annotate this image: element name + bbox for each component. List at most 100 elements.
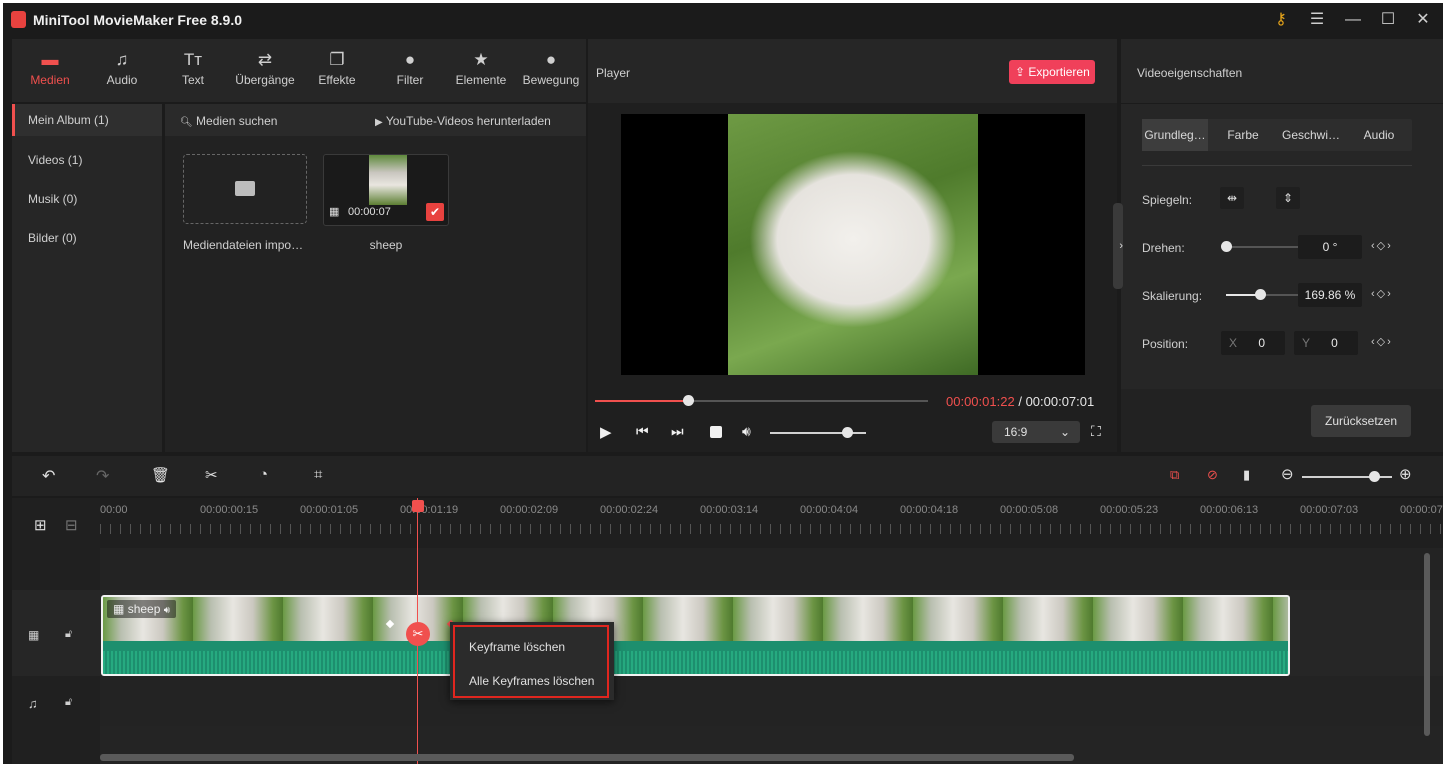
position-keyframe-controls[interactable]: ‹◇› [1371,335,1393,348]
collapse-handle[interactable]: › [1113,203,1123,289]
stop-button[interactable] [710,426,722,438]
zoom-in-icon[interactable]: ⊕ [1399,465,1412,483]
reset-button[interactable]: Zurücksetzen [1311,405,1411,437]
speed-icon[interactable]: ◔ [259,466,268,483]
horizontal-scrollbar[interactable] [100,754,1074,761]
sidebar-item-music[interactable]: Musik (0) [12,183,162,215]
play-button[interactable]: ▶ [600,423,612,441]
clip-label: sheep [127,602,161,616]
media-clip-sheep[interactable]: ▦ 00:00:07 ✔ [323,154,449,226]
crop-icon[interactable]: ⌗ [314,466,322,483]
unlock-icon[interactable]: 🔓︎ [65,628,72,641]
motion-icon: ● [545,50,557,69]
clip-frames [103,597,1288,641]
tab-color[interactable]: Farbe [1210,119,1276,151]
zoom-slider[interactable] [1302,471,1392,482]
tab-label: Bewegung [522,73,580,87]
tab-elements[interactable]: ★ Elemente [445,49,517,87]
film-icon: ▦ [329,206,340,218]
scale-handle[interactable] [1254,289,1266,300]
aspect-ratio-select[interactable]: 16:9 ⌄ [992,421,1080,443]
zoom-out-icon[interactable]: ⊖ [1281,465,1294,483]
x-label: X [1229,336,1238,350]
youtube-label: YouTube-Videos herunterladen [385,114,551,128]
tab-audio-props[interactable]: Audio [1346,119,1412,151]
minimize-button[interactable]: — [1341,9,1365,31]
time-ruler[interactable]: 00:00 00:00:00:15 00:00:01:05 00:00:01:19 00… [100,498,1443,548]
add-track-icon[interactable]: ⊞ [34,516,47,534]
filter-icon: ● [404,50,416,69]
volume-slider[interactable] [770,427,866,438]
export-button[interactable]: ⇪ Exportieren [1009,60,1095,84]
flip-horizontal-icon[interactable]: ⇹ [1220,187,1244,209]
menu-icon[interactable]: ☰ [1305,9,1329,31]
tab-label: Text [181,73,204,87]
youtube-download-link[interactable]: ▶ YouTube-Videos herunterladen [375,114,551,128]
scale-input[interactable]: 169.86 % [1298,283,1362,307]
media-toolbar: ▬ Medien ♫ Audio Tт Text ⇄ Übergänge ❐ E… [12,39,586,102]
timeline-clip-sheep[interactable]: ▦ sheep 🔊︎ [101,595,1290,676]
vertical-scrollbar[interactable] [1424,553,1430,736]
tab-medien[interactable]: ▬ Medien [14,49,86,87]
scale-label: Skalierung: [1142,289,1203,303]
flip-vertical-icon[interactable]: ⇕ [1276,187,1300,209]
tab-text[interactable]: Tт Text [157,49,229,87]
split-scissors-icon[interactable]: ✂ [406,622,430,646]
rotate-handle[interactable] [1221,241,1232,252]
zoom-handle[interactable] [1369,471,1380,482]
tab-label: Übergänge [235,73,295,87]
position-label: Position: [1142,337,1189,351]
previous-frame-icon[interactable]: ⏮ [636,423,649,440]
sidebar-item-images[interactable]: Bilder (0) [12,222,162,254]
transition-icon: ⇄ [257,50,273,69]
tab-label: Medien [30,73,70,87]
tab-filter[interactable]: ● Filter [374,49,446,87]
import-media-label: Mediendateien impo… [183,238,304,252]
app-logo-icon [11,11,26,28]
rotate-keyframe-controls[interactable]: ‹◇› [1371,239,1393,252]
x-value: 0 [1258,336,1266,350]
position-x-input[interactable]: X 0 [1221,331,1285,355]
redo-icon[interactable]: ↷ [96,466,109,486]
close-button[interactable]: ✕ [1411,9,1435,31]
tab-effects[interactable]: ❐ Effekte [301,49,373,87]
split-link-icon[interactable]: ⧉ [1170,467,1179,483]
search-label: Medien suchen [196,114,278,128]
position-y-input[interactable]: Y 0 [1294,331,1358,355]
ruler-label: 00:00:06:13 [1200,504,1259,516]
selected-check-icon[interactable]: ✔ [426,203,444,221]
delete-icon[interactable]: 🗑︎ [151,466,170,484]
tab-basic[interactable]: Grundleg… [1142,119,1208,151]
next-frame-icon[interactable]: ⏭ [671,423,684,440]
unlink-icon[interactable]: ⊘ [1207,467,1218,483]
playback-progress[interactable] [595,395,928,406]
volume-handle[interactable] [841,427,853,438]
undo-icon[interactable]: ↶ [42,466,55,486]
scissors-icon[interactable]: ✂ [205,466,218,484]
scale-keyframe-controls[interactable]: ‹◇› [1371,287,1393,300]
fit-timeline-icon[interactable]: ▮ [1243,467,1250,483]
sidebar-item-videos[interactable]: Videos (1) [12,144,162,176]
volume-icon[interactable]: 🔊︎ [742,423,751,440]
fullscreen-icon[interactable]: ⛶ [1091,423,1101,440]
tab-motion[interactable]: ● Bewegung [517,49,585,87]
tab-transitions[interactable]: ⇄ Übergänge [229,49,301,87]
y-label: Y [1302,336,1310,350]
delete-keyframe-item[interactable]: Keyframe löschen [469,640,565,654]
tab-speed[interactable]: Geschwi… [1278,119,1344,151]
rotate-input[interactable]: 0 ° [1298,235,1362,259]
unlock-icon[interactable]: 🔓︎ [65,696,72,709]
maximize-button[interactable]: ☐ [1376,9,1400,31]
tab-label: Elemente [455,73,507,87]
ruler-label: 00:00:01:19 [400,504,459,516]
media-search[interactable]: 🔍︎ Medien suchen [180,114,277,128]
import-media-button[interactable] [183,154,307,224]
audio-icon: 🔊︎ [163,605,171,616]
remove-track-icon[interactable]: ⊟ [65,516,78,534]
sidebar-item-album[interactable]: Mein Album (1) [12,104,162,136]
delete-all-keyframes-item[interactable]: Alle Keyframes löschen [469,674,594,688]
key-icon[interactable]: ⚷ [1269,9,1293,31]
tab-audio[interactable]: ♫ Audio [86,49,158,87]
music-icon: ♫ [115,50,129,69]
playhead-handle[interactable] [412,500,424,512]
